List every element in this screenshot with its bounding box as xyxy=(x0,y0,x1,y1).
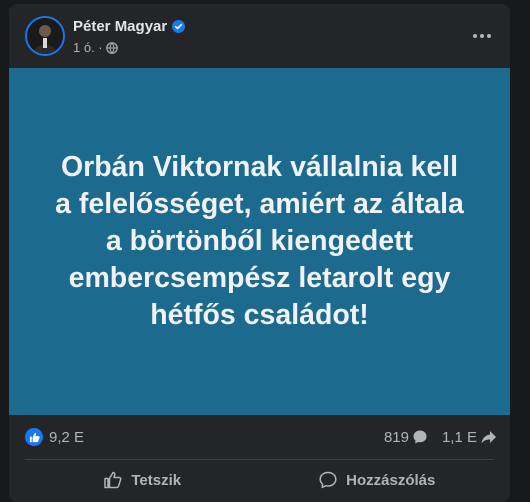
post-meta: 1 ó. · xyxy=(73,40,118,55)
shares-count-link[interactable]: 1,1 E xyxy=(442,429,497,446)
comment-count-icon xyxy=(413,430,427,444)
like-button[interactable]: Tetszik xyxy=(25,464,260,496)
comments-count-link[interactable]: 819 xyxy=(384,429,428,446)
engagement-counts: 819 1,1 E xyxy=(384,429,497,446)
reactions-count: 9,2 E xyxy=(49,428,85,446)
globe-icon[interactable] xyxy=(105,41,118,54)
like-reaction-icon xyxy=(25,428,43,446)
comment-icon xyxy=(319,471,337,489)
post-time[interactable]: 1 ó. · xyxy=(73,40,103,55)
post-actions: Tetszik Hozzászólás xyxy=(25,462,494,498)
like-button-label: Tetszik xyxy=(131,471,182,489)
comments-count: 819 xyxy=(383,428,409,446)
author-name-row: Péter Magyar xyxy=(73,18,186,35)
more-options-icon[interactable] xyxy=(466,20,498,52)
author-avatar[interactable] xyxy=(25,16,65,56)
comment-button-label: Hozzászólás xyxy=(346,471,436,489)
thumbs-up-icon xyxy=(104,471,122,489)
shares-count: 1,1 E xyxy=(441,428,477,446)
reactions-summary[interactable]: 9,2 E xyxy=(25,428,84,446)
stats-divider xyxy=(25,459,494,460)
post-stats: 9,2 E 819 1,1 E xyxy=(9,422,510,452)
author-name[interactable]: Péter Magyar xyxy=(73,18,167,35)
share-icon xyxy=(481,431,496,444)
verified-badge-icon xyxy=(172,20,186,33)
post-text-image[interactable]: Orbán Viktornak vállalnia kell a felelős… xyxy=(9,68,510,415)
post-card: Péter Magyar 1 ó. · Orbán Viktornak váll… xyxy=(9,4,510,502)
post-text: Orbán Viktornak vállalnia kell a felelős… xyxy=(55,151,464,331)
comment-button[interactable]: Hozzászólás xyxy=(260,464,495,496)
post-header: Péter Magyar 1 ó. · xyxy=(9,4,510,68)
